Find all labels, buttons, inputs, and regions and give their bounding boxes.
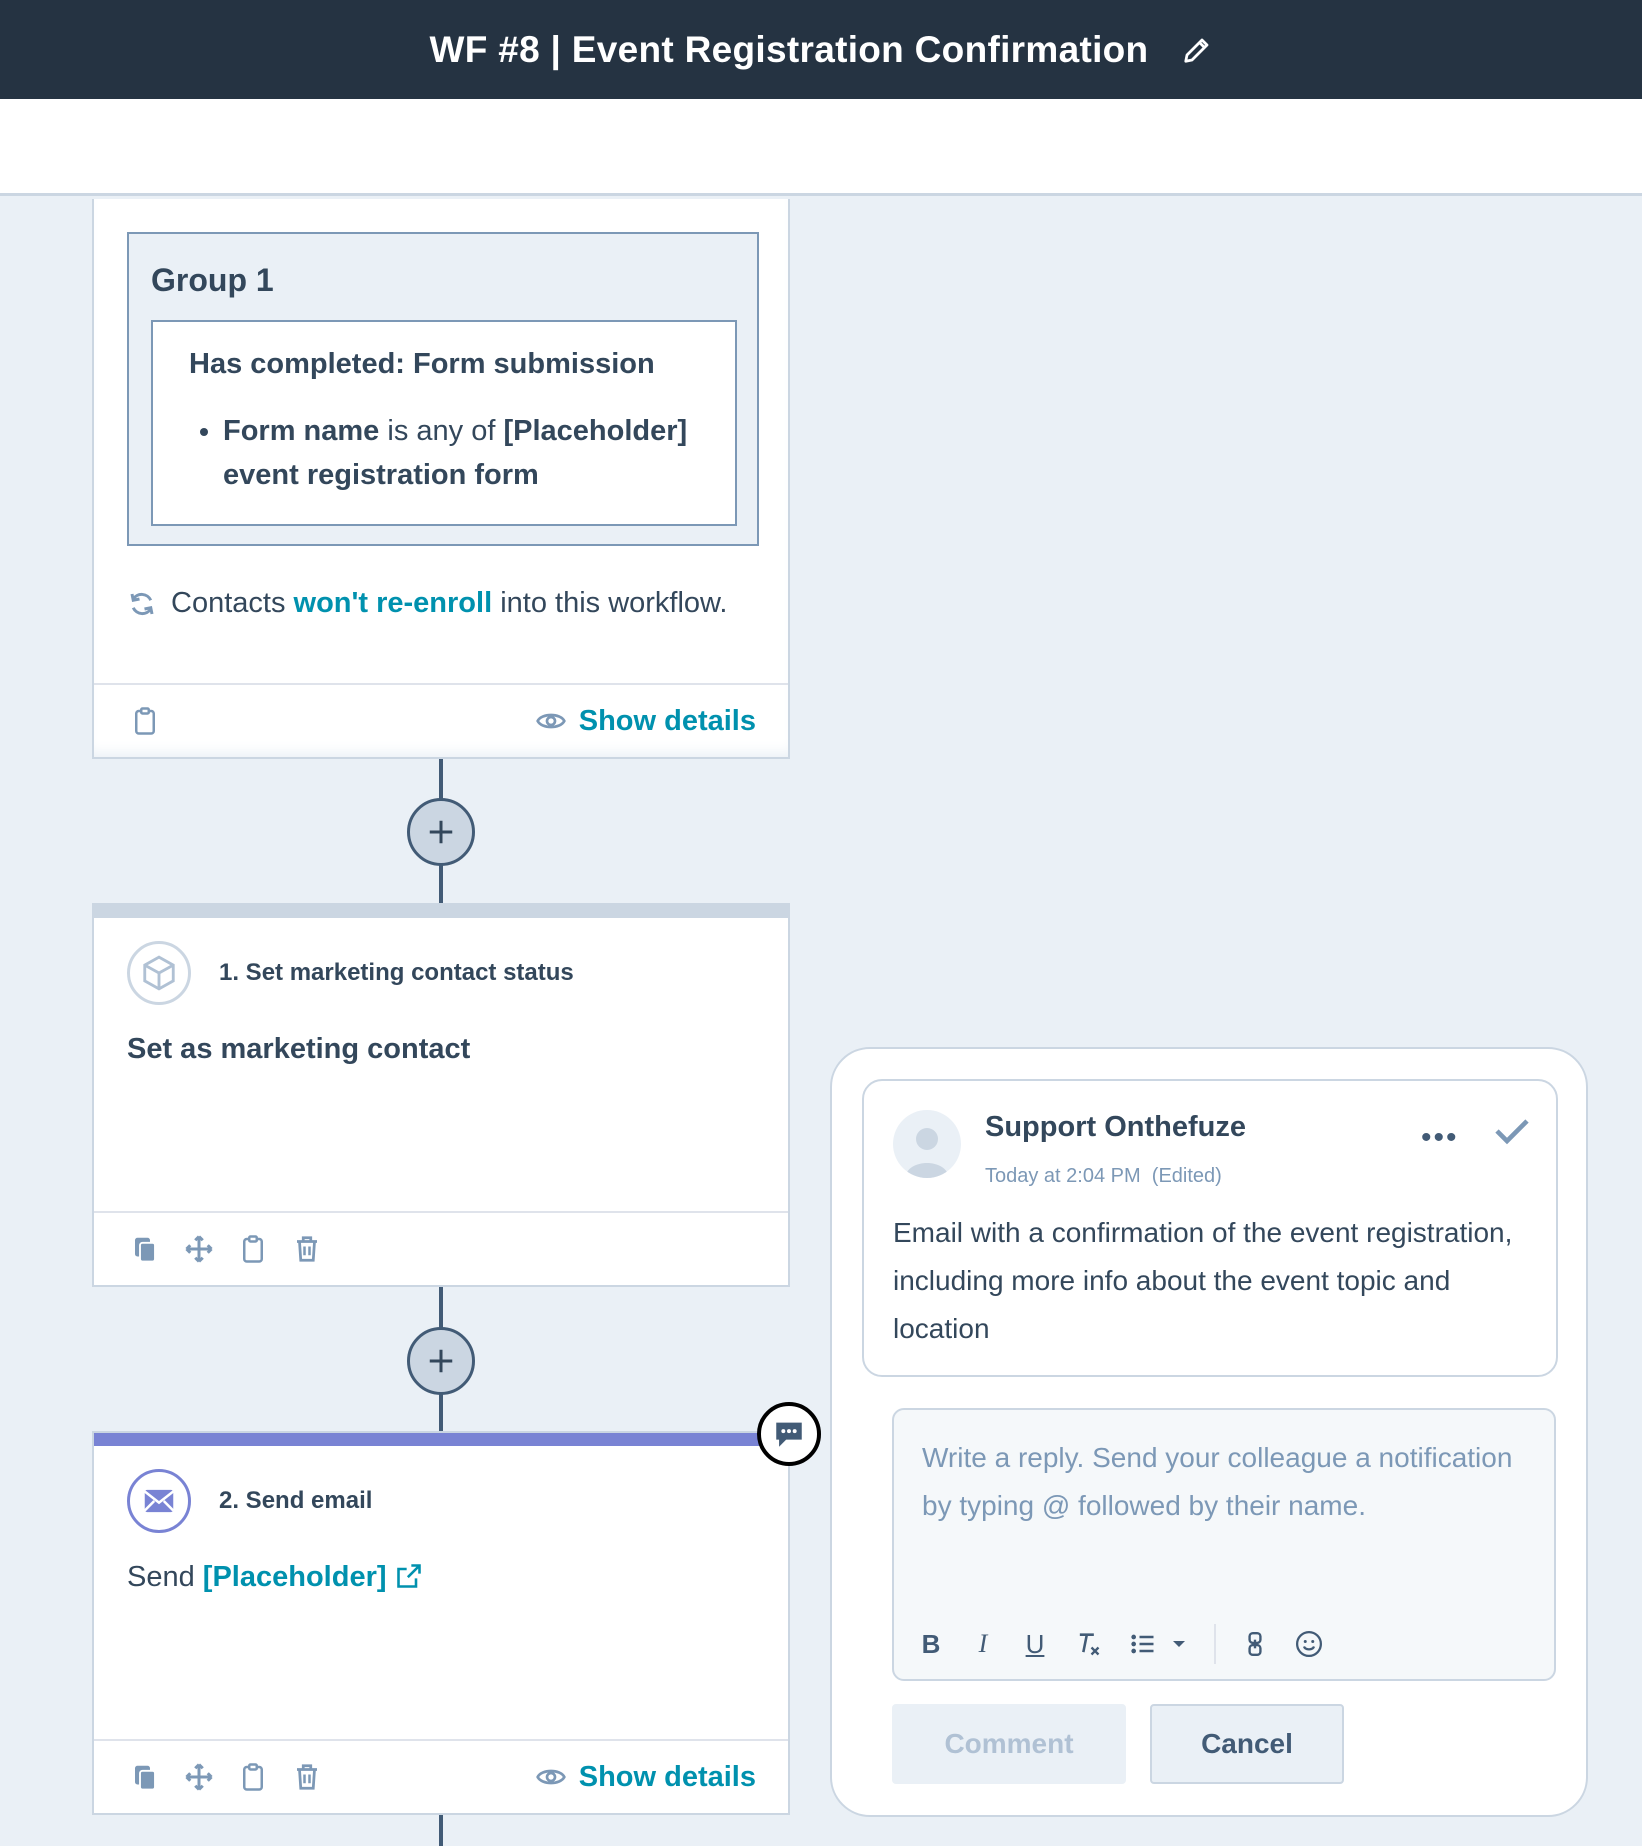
copy-icon[interactable]	[130, 1762, 160, 1792]
list-icon[interactable]	[1128, 1630, 1158, 1658]
comment-meta: Today at 2:04 PM (Edited)	[985, 1165, 1222, 1188]
move-icon[interactable]	[184, 1234, 214, 1264]
italic-button[interactable]: I	[970, 1629, 996, 1659]
trigger-footer: Show details	[94, 683, 788, 757]
plus-icon	[429, 820, 453, 844]
show-details-label: Show details	[578, 1760, 756, 1793]
more-options-icon[interactable]: •••	[1421, 1121, 1459, 1155]
filter-field: Form name	[223, 415, 380, 447]
action-footer: Show details	[94, 1739, 788, 1813]
refresh-icon	[130, 592, 154, 615]
add-action-button[interactable]	[407, 1327, 475, 1395]
move-icon[interactable]	[184, 1762, 214, 1792]
clear-format-icon[interactable]	[1074, 1630, 1102, 1658]
workflow-title: WF #8 | Event Registration Confirmation	[429, 28, 1149, 70]
action-icon-avatar	[127, 1469, 191, 1533]
plus-icon	[429, 1349, 453, 1373]
show-details-button[interactable]: Show details	[535, 1761, 756, 1794]
show-details-button[interactable]: Show details	[535, 705, 756, 738]
trash-icon[interactable]	[292, 1762, 322, 1792]
eye-icon	[535, 713, 566, 729]
clipboard-icon[interactable]	[238, 1762, 268, 1792]
action-card-send-email[interactable]: 2. Send email Send [Placeholder] Show de…	[92, 1431, 790, 1815]
send-prefix: Send	[127, 1561, 195, 1593]
link-icon[interactable]	[1242, 1629, 1268, 1659]
connector-line	[439, 1815, 443, 1846]
email-link[interactable]: [Placeholder]	[203, 1561, 387, 1593]
action-title: 1. Set marketing contact status	[219, 959, 574, 986]
filter-title: Has completed: Form submission	[189, 348, 655, 380]
cancel-button[interactable]: Cancel	[1150, 1704, 1344, 1784]
clipboard-icon[interactable]	[130, 706, 160, 736]
comment-thread: Support Onthefuze Today at 2:04 PM (Edit…	[862, 1079, 1558, 1377]
reply-input[interactable]: Write a reply. Send your colleague a not…	[892, 1408, 1556, 1681]
copy-icon[interactable]	[130, 1234, 160, 1264]
comment-time: Today at 2:04 PM	[985, 1165, 1141, 1187]
toolbar-area	[0, 99, 1642, 196]
chevron-down-icon[interactable]	[1170, 1635, 1188, 1653]
action-header: 1. Set marketing contact status	[127, 941, 574, 1005]
action-icon-avatar	[127, 941, 191, 1005]
comment-author: Support Onthefuze	[985, 1111, 1246, 1143]
comment-body: Email with a confirmation of the event r…	[893, 1217, 1513, 1344]
filter-condition: Form name is any of [Placeholder] event …	[223, 409, 699, 497]
reenroll-suffix: into this workflow.	[500, 587, 728, 619]
pencil-icon[interactable]	[1182, 35, 1212, 65]
reply-toolbar: B I U	[918, 1624, 1324, 1664]
action-card-top-strip	[94, 1433, 788, 1446]
workflow-header: WF #8 | Event Registration Confirmation	[0, 0, 1642, 99]
filter-criteria: Has completed: Form submission Form name…	[151, 320, 737, 526]
reenroll-link[interactable]: won't re-enroll	[294, 587, 493, 619]
underline-button[interactable]: U	[1022, 1629, 1048, 1660]
filter-group: Group 1 Has completed: Form submission F…	[127, 232, 759, 546]
reenroll-setting: Contacts won't re-enroll into this workf…	[127, 587, 727, 620]
trash-icon[interactable]	[292, 1234, 322, 1264]
show-details-label: Show details	[578, 704, 756, 737]
comment-icon	[776, 1422, 802, 1447]
action-card-set-marketing-status[interactable]: 1. Set marketing contact status Set as m…	[92, 903, 790, 1287]
action-description: Set as marketing contact	[127, 1033, 471, 1065]
action-card-top-strip	[94, 905, 788, 918]
action-title: 2. Send email	[219, 1487, 373, 1514]
group-title: Group 1	[151, 262, 274, 298]
action-header: 2. Send email	[127, 1469, 372, 1533]
action-description: Send [Placeholder]	[127, 1561, 423, 1594]
bold-button[interactable]: B	[918, 1629, 944, 1660]
toolbar-separator	[1214, 1624, 1216, 1664]
comment-button[interactable]: Comment	[892, 1704, 1126, 1784]
reply-placeholder: Write a reply. Send your colleague a not…	[922, 1442, 1513, 1521]
email-icon	[143, 1489, 175, 1513]
add-action-button[interactable]	[407, 798, 475, 866]
eye-icon	[535, 1769, 566, 1785]
avatar	[893, 1110, 961, 1178]
action-footer	[94, 1211, 788, 1285]
comment-edited: (Edited)	[1151, 1165, 1222, 1187]
enrollment-trigger-card[interactable]: Group 1 Has completed: Form submission F…	[92, 199, 790, 759]
filter-operator: is any of	[387, 415, 496, 447]
user-avatar-icon	[905, 1128, 949, 1178]
resolve-check-icon[interactable]	[1492, 1111, 1532, 1151]
comment-indicator[interactable]	[757, 1402, 821, 1466]
comment-panel: Support Onthefuze Today at 2:04 PM (Edit…	[830, 1047, 1588, 1817]
external-link-icon[interactable]	[395, 1562, 423, 1590]
emoji-icon[interactable]	[1294, 1629, 1324, 1659]
reenroll-prefix: Contacts	[171, 587, 286, 619]
clipboard-icon[interactable]	[238, 1234, 268, 1264]
cube-icon	[143, 955, 175, 991]
